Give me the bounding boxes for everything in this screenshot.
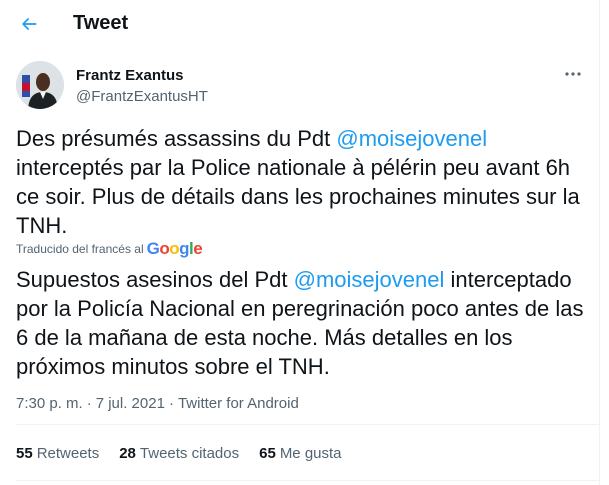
translated-text: Supuestos asesinos del Pdt @moisejovenel… (16, 265, 596, 381)
tweet-page: Tweet Frantz Exantus @FrantzExantusHT De… (0, 0, 600, 485)
divider (16, 480, 599, 481)
tweet-time[interactable]: 7:30 p. m. (16, 395, 83, 412)
back-button[interactable] (13, 8, 45, 40)
google-logo: Google (146, 239, 203, 258)
avatar-image (16, 61, 64, 109)
more-button[interactable] (558, 62, 588, 86)
translation-label: Traducido del francés al (16, 242, 144, 256)
tweet-date[interactable]: 7 jul. 2021 (96, 395, 165, 412)
meta-separator: · (168, 395, 174, 412)
divider (16, 424, 599, 425)
stat-count: 55 (16, 445, 33, 462)
stat-retweets[interactable]: 55 Retweets (16, 444, 99, 463)
stat-count: 28 (119, 445, 136, 462)
tweet-text-after: interceptés par la Police nationale à pé… (16, 155, 580, 238)
more-horizontal-icon (565, 72, 581, 76)
stat-quote-tweets[interactable]: 28 Tweets citados (119, 444, 239, 463)
stat-label: Me gusta (279, 445, 342, 462)
author-handle[interactable]: @FrantzExantusHT (76, 87, 208, 106)
meta-separator: · (86, 395, 92, 412)
tweet-text-before: Des présumés assassins du Pdt (16, 126, 337, 151)
translated-text-before: Supuestos asesinos del Pdt (16, 267, 294, 292)
tweet-source[interactable]: Twitter for Android (178, 395, 299, 412)
mention-link[interactable]: @moisejovenel (336, 126, 487, 151)
tweet-stats: 55 Retweets 28 Tweets citados 65 Me gusta (16, 444, 362, 463)
translated-by-google[interactable]: Traducido del francés al Google (16, 239, 203, 258)
page-header: Tweet (0, 0, 599, 48)
stat-count: 65 (259, 445, 276, 462)
page-title: Tweet (73, 12, 129, 34)
stat-label: Retweets (36, 445, 100, 462)
stat-label: Tweets citados (139, 445, 240, 462)
translated-mention-link[interactable]: @moisejovenel (294, 267, 445, 292)
avatar[interactable] (16, 61, 64, 109)
stat-likes[interactable]: 65 Me gusta (259, 444, 341, 463)
tweet-meta: 7:30 p. m. · 7 jul. 2021 · Twitter for Andro… (16, 394, 299, 413)
tweet-text: Des présumés assassins du Pdt @moisejove… (16, 124, 596, 240)
author-name[interactable]: Frantz Exantus (76, 66, 184, 85)
arrow-left-icon (22, 18, 37, 30)
